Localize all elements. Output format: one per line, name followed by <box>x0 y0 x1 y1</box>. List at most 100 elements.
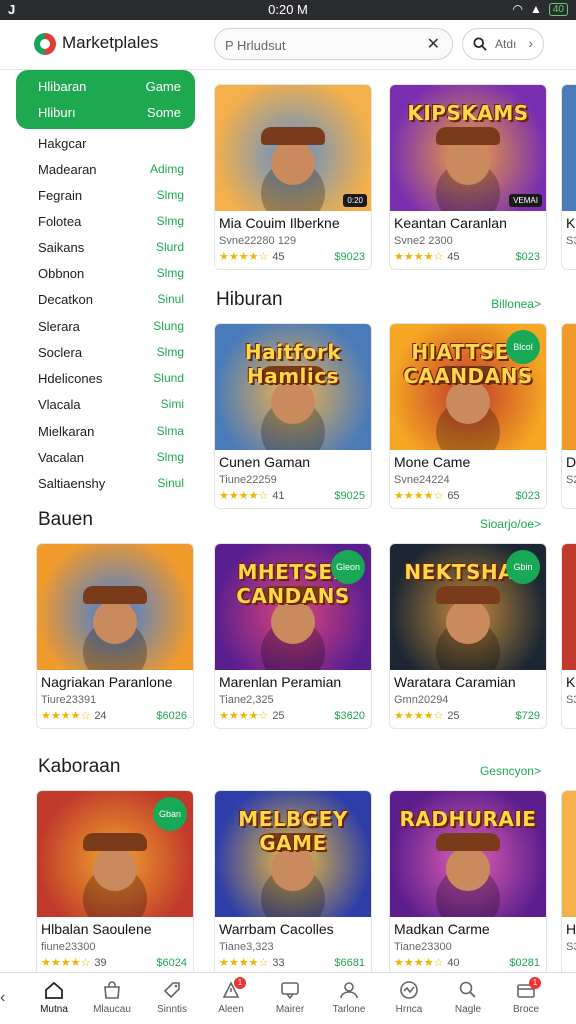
nav-item[interactable]: Nagle <box>439 979 497 1023</box>
see-more-link[interactable]: Gesncyon> <box>480 764 541 778</box>
sidebar-item[interactable]: Hdelicones Slund <box>38 371 184 393</box>
search-bar[interactable]: ✕ <box>214 28 453 60</box>
game-price: $023 <box>515 251 540 263</box>
game-card-partial[interactable]: Di S2 <box>561 323 576 509</box>
nav-item[interactable]: 1 Broce <box>497 977 555 1023</box>
sidebar-item[interactable]: Saikans Slurd <box>38 240 184 262</box>
game-card[interactable]: Nagriakan Paranlone Tiure23391 ★★★★☆ 24 $602… <box>36 543 194 729</box>
game-card-partial[interactable]: Kr S3 <box>561 84 576 270</box>
sidebar-item-label: Saikans <box>38 240 85 255</box>
game-price: $6026 <box>156 710 187 722</box>
character-figure <box>93 600 137 644</box>
game-card[interactable]: MELBGEY GAME Warrbam Cacolles Tiane3,323 ★★… <box>214 790 372 976</box>
character-hat <box>436 586 500 604</box>
search-button[interactable]: Atdı › <box>462 28 544 60</box>
nav-item[interactable]: Mutna <box>25 979 83 1023</box>
signal-icon: ▲ <box>529 2 542 16</box>
chevron-right-icon: › <box>528 35 533 51</box>
game-card[interactable]: NEKTSHAO Gbin Waratara Caramian Gmn20294 ★★★… <box>389 543 547 729</box>
sidebar-item-value: Sinul <box>157 476 184 490</box>
game-art-title: RADHURAIE <box>399 807 537 831</box>
game-thumbnail[interactable]: HIATTSER CAANDANS Blcol <box>390 324 546 450</box>
nav-item-label: Mairer <box>275 1004 305 1015</box>
sidebar-item-label: Vacalan <box>38 450 85 465</box>
star-icon: ★★★★☆ <box>394 251 444 263</box>
game-card[interactable]: Haitfork Hamlics Cunen Gaman Tiune22259 ★★★… <box>214 323 372 509</box>
game-thumbnail[interactable]: Gban <box>37 791 193 917</box>
game-price: $3620 <box>334 710 365 722</box>
game-card[interactable]: HIATTSER CAANDANS Blcol Mone Came Svne24224… <box>389 323 547 509</box>
game-thumbnail[interactable]: RADHURAIE <box>390 791 546 917</box>
sidebar-item[interactable]: Fegrain Slmg <box>38 188 184 210</box>
nav-item[interactable]: Tarlone <box>320 979 378 1023</box>
game-card[interactable]: MHETSEK CANDANS Gleon Marenlan Peramian Tia… <box>214 543 372 729</box>
wifi-icon: ◠ <box>512 2 523 16</box>
game-thumbnail[interactable]: MHETSEK CANDANS Gleon <box>215 544 371 670</box>
game-subtitle: S3 <box>566 694 576 706</box>
featured-row[interactable]: Hlibaran Game <box>38 79 181 97</box>
star-rating: ★★★★☆ 33 <box>219 956 285 969</box>
game-thumbnail[interactable] <box>562 85 576 211</box>
game-subtitle: S3 <box>566 235 576 247</box>
star-icon: ★★★★☆ <box>41 957 91 969</box>
nav-item-label: Broce <box>512 1004 540 1015</box>
sidebar-item[interactable]: Slerara Slung <box>38 319 184 341</box>
game-thumbnail[interactable] <box>562 791 576 917</box>
game-name: Hlbalan Saoulene <box>41 921 152 937</box>
chevron-left-icon[interactable]: ‹ <box>0 989 5 1007</box>
game-thumbnail[interactable] <box>562 544 576 670</box>
sidebar-item[interactable]: Soclera Slmg <box>38 345 184 367</box>
nav-item[interactable]: 1 Aleen <box>202 977 260 1023</box>
sidebar-item[interactable]: Saltiaenshy Sinul <box>38 476 184 498</box>
sidebar-item[interactable]: Hakgcar <box>38 136 184 158</box>
game-price: $9025 <box>334 490 365 502</box>
see-more-link[interactable]: Billonea> <box>491 297 541 311</box>
sidebar-item-value: Simi <box>160 397 184 411</box>
sidebar-item[interactable]: Folotea Slmg <box>38 214 184 236</box>
sidebar-item[interactable]: Decatkon Sinul <box>38 292 184 314</box>
game-card[interactable]: KIPSKAMS VEMAI Keantan Caranlan Svne2 2300 ★… <box>389 84 547 270</box>
game-thumbnail[interactable]: MELBGEY GAME <box>215 791 371 917</box>
search-input[interactable] <box>225 35 420 55</box>
game-card-partial[interactable]: Hi S3 <box>561 790 576 976</box>
sidebar-item[interactable]: Vlacala Simi <box>38 397 184 419</box>
sidebar: Hlibaran Game Hliburı Some Hakgcar Madear… <box>0 70 200 500</box>
featured-value: Game <box>145 79 181 94</box>
game-thumbnail[interactable]: Haitfork Hamlics <box>215 324 371 450</box>
nav-item-label: Mutna <box>40 1004 68 1015</box>
close-icon[interactable]: ✕ <box>427 34 440 54</box>
star-icon: ★★★★☆ <box>394 710 444 722</box>
game-price: $9023 <box>334 251 365 263</box>
game-subtitle: S2 <box>566 474 576 486</box>
corner-badge: Blcol <box>506 330 540 364</box>
sidebar-item[interactable]: Mielkaran Slma <box>38 424 184 446</box>
game-card-partial[interactable]: Ka S3 <box>561 543 576 729</box>
nav-item[interactable]: Sinntis <box>143 979 201 1023</box>
game-card[interactable]: Gban Hlbalan Saoulene fiune23300 ★★★★☆ 39 $60… <box>36 790 194 976</box>
sidebar-item[interactable]: Vacalan Slmg <box>38 450 184 472</box>
status-time: 0:20 M <box>268 2 308 17</box>
rating-count: 25 <box>272 710 285 722</box>
nav-item[interactable]: Mairer <box>261 979 319 1023</box>
featured-row[interactable]: Hliburı Some <box>38 105 181 123</box>
game-thumbnail[interactable]: 0:20 <box>215 85 371 211</box>
sidebar-item-value: Adimg <box>149 162 184 176</box>
game-card[interactable]: RADHURAIE Madkan Carme Tiane23300 ★★★★☆ 40 $0… <box>389 790 547 976</box>
game-thumbnail[interactable]: KIPSKAMS VEMAI <box>390 85 546 211</box>
status-icons: ◠ ▲ 40 <box>512 2 568 16</box>
game-art-title: Haitfork Hamlics <box>244 340 342 388</box>
sidebar-item-value: Slurd <box>155 240 184 254</box>
game-thumbnail[interactable]: NEKTSHAO Gbin <box>390 544 546 670</box>
game-thumbnail[interactable] <box>37 544 193 670</box>
game-name: Mone Came <box>394 454 471 470</box>
see-more-link[interactable]: Sioarjo/oe> <box>480 517 541 531</box>
nav-item[interactable]: Mlaucau <box>83 979 141 1023</box>
featured-label: Hlibaran <box>38 79 87 94</box>
sidebar-item[interactable]: Obbnon Slmg <box>38 266 184 288</box>
sidebar-featured[interactable]: Hlibaran Game Hliburı Some <box>16 70 195 129</box>
game-art-title: MELBGEY GAME <box>238 807 348 855</box>
game-card[interactable]: 0:20 Mia Couim Ilberkne Svne22280 129 ★★★★☆… <box>214 84 372 270</box>
sidebar-item[interactable]: Madearan Adimg <box>38 162 184 184</box>
game-thumbnail[interactable] <box>562 324 576 450</box>
nav-item[interactable]: Hrnca <box>380 979 438 1023</box>
